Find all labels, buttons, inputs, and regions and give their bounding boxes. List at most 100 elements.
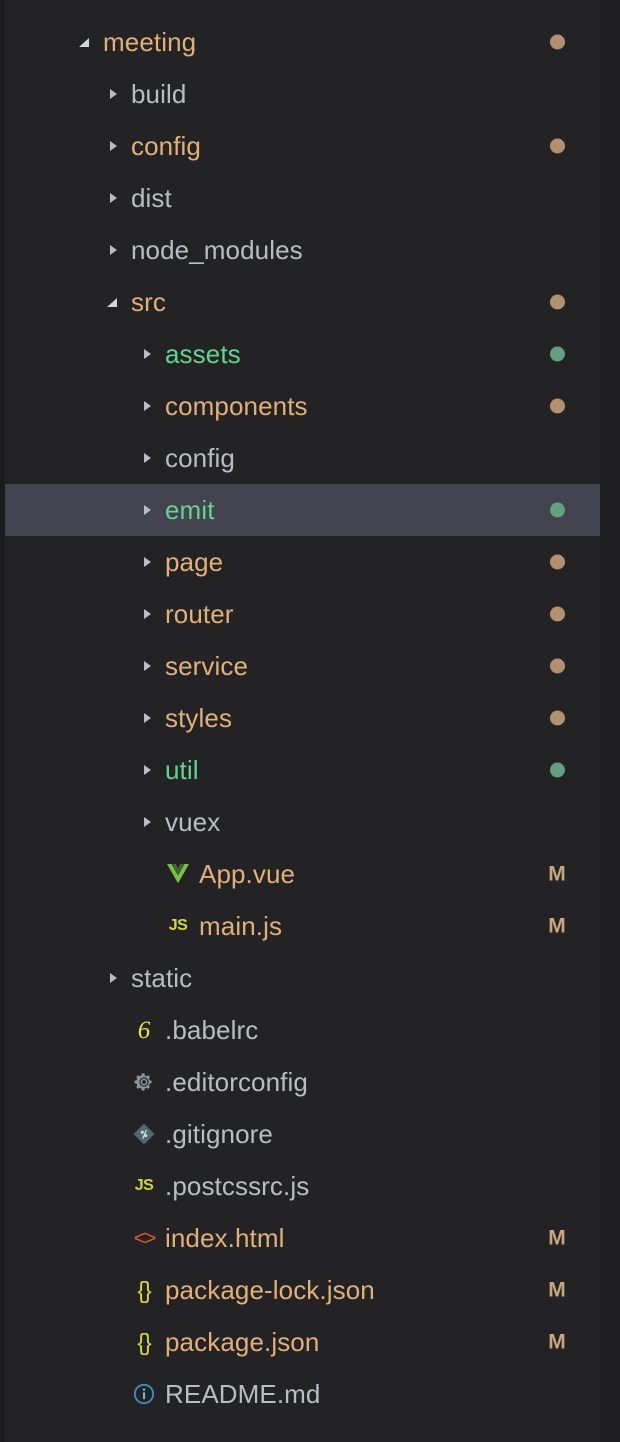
status-letter: M xyxy=(548,914,566,938)
tree-file-row[interactable]: App.vue M xyxy=(5,848,600,900)
tree-file-row[interactable]: README.md xyxy=(5,1368,600,1420)
chevron-right-icon[interactable] xyxy=(139,814,155,830)
file-name-label: .babelrc xyxy=(165,1015,259,1045)
chevron-right-icon[interactable] xyxy=(139,346,155,362)
tree-folder-row[interactable]: emit xyxy=(5,484,600,536)
chevron-down-icon[interactable] xyxy=(77,34,93,50)
status-modified-dot-icon xyxy=(549,658,565,674)
tree-folder-row[interactable]: node_modules xyxy=(5,224,600,276)
chevron-right-icon[interactable] xyxy=(105,86,121,102)
status-dot-container xyxy=(546,554,568,570)
status-new-dot-icon xyxy=(549,346,565,362)
tree-folder-row[interactable]: router xyxy=(5,588,600,640)
chevron-right-icon[interactable] xyxy=(105,190,121,206)
chevron-right-icon[interactable] xyxy=(105,242,121,258)
html-icon: <> xyxy=(133,1226,157,1250)
folder-name-label: config xyxy=(165,443,235,473)
folder-name-label: page xyxy=(165,547,224,577)
tree-folder-row[interactable]: assets xyxy=(5,328,600,380)
tree-file-row[interactable]: 6 .babelrc xyxy=(5,1004,600,1056)
status-modified-marker: M xyxy=(546,1228,568,1249)
status-dot-container xyxy=(546,502,568,518)
tree-file-row[interactable]: {} package.json M xyxy=(5,1316,600,1368)
file-name-label: README.md xyxy=(165,1379,321,1409)
folder-name-label: assets xyxy=(165,339,241,369)
file-name-label: .editorconfig xyxy=(165,1067,308,1097)
status-modified-dot-icon xyxy=(549,710,565,726)
tree-folder-row[interactable]: vuex xyxy=(5,796,600,848)
tree-file-row[interactable]: {} package-lock.json M xyxy=(5,1264,600,1316)
js-icon: JS xyxy=(134,1177,154,1194)
project-file-tree[interactable]: meeting build config dist node_modulessrc ass… xyxy=(5,0,600,1442)
chevron-right-icon[interactable] xyxy=(105,138,121,154)
chevron-right-icon[interactable] xyxy=(139,398,155,414)
vue-icon xyxy=(165,861,191,887)
folder-name-label: router xyxy=(165,599,234,629)
chevron-right-icon[interactable] xyxy=(139,606,155,622)
chevron-right-icon[interactable] xyxy=(139,502,155,518)
folder-name-label: src xyxy=(131,287,166,317)
babel-icon: 6 xyxy=(137,1016,151,1044)
file-name-label: App.vue xyxy=(199,859,296,889)
folder-name-label: config xyxy=(131,131,201,161)
tree-folder-row[interactable]: styles xyxy=(5,692,600,744)
chevron-right-icon[interactable] xyxy=(139,658,155,674)
file-name-label: package.json xyxy=(165,1327,320,1357)
tree-folder-row[interactable]: meeting xyxy=(5,16,600,68)
status-letter: M xyxy=(548,1278,566,1302)
status-dot-container xyxy=(546,34,568,50)
tree-folder-row[interactable]: config xyxy=(5,432,600,484)
tree-folder-row[interactable]: build xyxy=(5,68,600,120)
js-icon: JS xyxy=(168,917,188,934)
status-new-dot-icon xyxy=(549,762,565,778)
file-name-label: .gitignore xyxy=(165,1119,273,1149)
folder-name-label: dist xyxy=(131,183,172,213)
status-dot-container xyxy=(546,658,568,674)
folder-name-label: static xyxy=(131,963,193,993)
tree-file-row[interactable]: JS .postcssrc.js xyxy=(5,1160,600,1212)
tree-file-row[interactable]: JS main.js M xyxy=(5,900,600,952)
tree-folder-row[interactable]: static xyxy=(5,952,600,1004)
chevron-right-icon[interactable] xyxy=(139,554,155,570)
gear-icon xyxy=(131,1069,157,1095)
chevron-down-icon[interactable] xyxy=(105,294,121,310)
file-name-label: index.html xyxy=(165,1223,285,1253)
tree-folder-row[interactable]: components xyxy=(5,380,600,432)
status-modified-marker: M xyxy=(546,916,568,937)
folder-name-label: service xyxy=(165,651,249,681)
status-modified-marker: M xyxy=(546,864,568,885)
folder-name-label: util xyxy=(165,755,199,785)
tree-folder-row[interactable]: config xyxy=(5,120,600,172)
tree-folder-row[interactable]: service xyxy=(5,640,600,692)
chevron-right-icon[interactable] xyxy=(139,762,155,778)
chevron-right-icon[interactable] xyxy=(139,710,155,726)
chevron-right-icon[interactable] xyxy=(105,970,121,986)
status-dot-container xyxy=(546,138,568,154)
json-icon: {} xyxy=(137,1328,151,1355)
tree-folder-row[interactable]: dist xyxy=(5,172,600,224)
status-modified-dot-icon xyxy=(549,294,565,310)
status-modified-marker: M xyxy=(546,1280,568,1301)
folder-name-label: meeting xyxy=(103,27,197,57)
tree-folder-row[interactable]: page xyxy=(5,536,600,588)
chevron-right-icon[interactable] xyxy=(139,450,155,466)
folder-name-label: vuex xyxy=(165,807,221,837)
tree-folder-row[interactable]: util xyxy=(5,744,600,796)
status-dot-container xyxy=(546,762,568,778)
file-name-label: package-lock.json xyxy=(165,1275,375,1305)
status-modified-dot-icon xyxy=(549,138,565,154)
panel-right-gutter xyxy=(600,0,620,1442)
folder-name-label: build xyxy=(131,79,187,109)
tree-file-row[interactable]: .editorconfig xyxy=(5,1056,600,1108)
tree-folder-row[interactable]: src xyxy=(5,276,600,328)
tree-file-row[interactable]: .gitignore xyxy=(5,1108,600,1160)
tree-file-row[interactable]: <> index.html M xyxy=(5,1212,600,1264)
